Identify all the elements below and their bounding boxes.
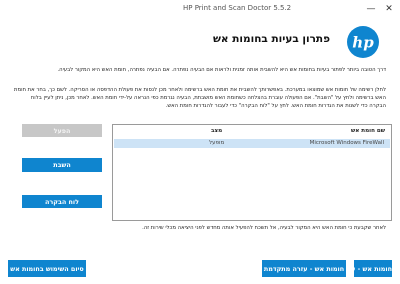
table-row[interactable]: Microsoft Windows FireWall מופעל <box>114 139 390 148</box>
page-title: פתרון בעיות בחומות אש <box>212 33 330 45</box>
finish-firewall-button[interactable]: סיום השימוש בחומות אש <box>8 260 86 277</box>
firewall-advanced-help-button[interactable]: חומות אש - עזרה מתקדמת <box>262 260 346 277</box>
footer-note: לאחר שקבעת כי חומת האש היא המקור לבעיה, … <box>142 225 386 231</box>
minimize-icon[interactable]: — <box>364 2 378 16</box>
close-icon[interactable]: ✕ <box>382 2 396 16</box>
table-header: שם חומת אש מצב <box>113 125 391 137</box>
firewall-status: מופעל <box>209 140 225 146</box>
hp-logo-text: hp <box>352 34 374 52</box>
title-bar: HP Print and Scan Doctor 5.5.2 — ✕ <box>0 0 400 20</box>
intro-text-1: דרך הטובה ביותר לפתור בעיות בחומות אש הי… <box>57 67 386 73</box>
disable-button[interactable]: השבת <box>22 158 102 172</box>
hp-logo-icon: hp <box>347 26 379 58</box>
column-header-status[interactable]: מצב <box>211 128 222 134</box>
control-panel-button[interactable]: לוח הבקרה <box>22 195 102 208</box>
column-header-name[interactable]: שם חומת אש <box>351 128 385 134</box>
window-title: HP Print and Scan Doctor 5.5.2 <box>183 4 292 12</box>
firewall-name: Microsoft Windows FireWall <box>309 140 384 146</box>
firewall-help-button[interactable]: חומות אש - עזרה <box>340 260 392 277</box>
enable-button[interactable]: הפעל <box>22 124 102 137</box>
firewall-table: שם חומת אש מצב Microsoft Windows FireWal… <box>112 124 392 221</box>
page-header: פתרון בעיות בחומות אש hp <box>0 20 400 58</box>
intro-text-2: לחלן רשימה של חומות אש שמוצאו במערכת. בא… <box>14 87 386 109</box>
